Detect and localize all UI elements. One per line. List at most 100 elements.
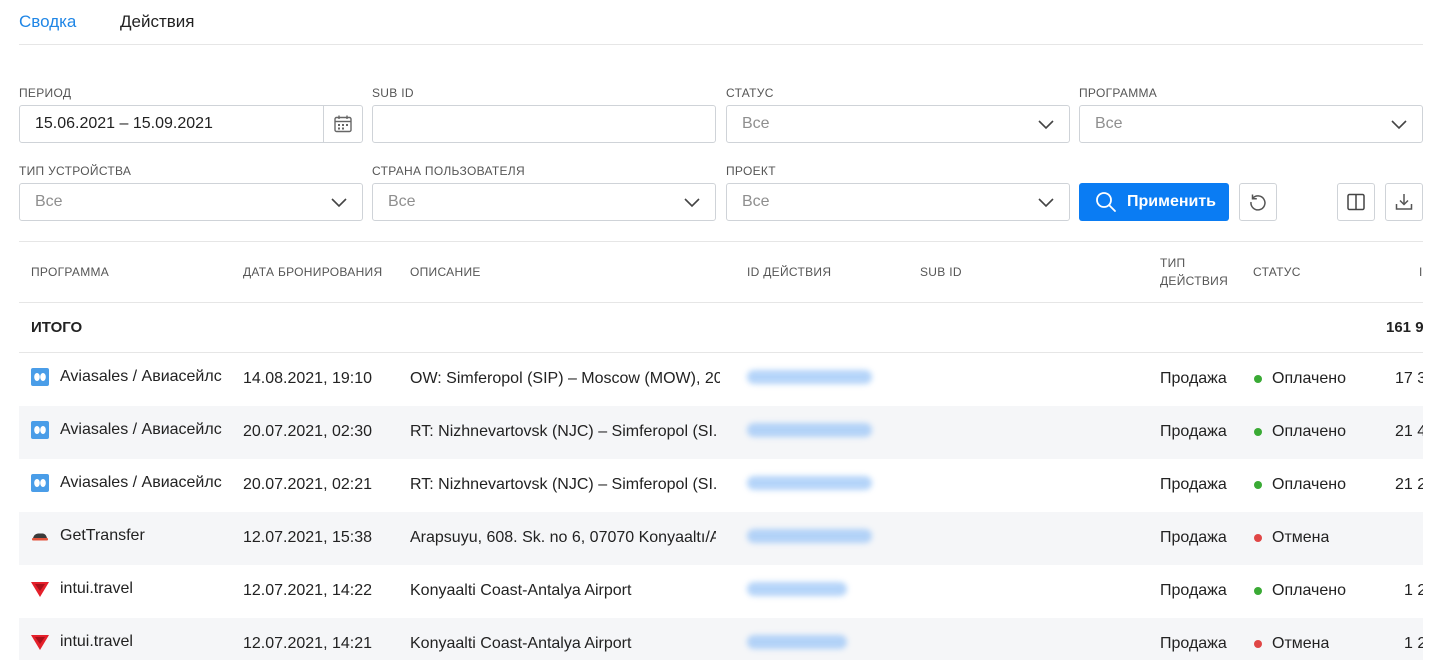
action-id-redacted: [747, 635, 847, 649]
program-name[interactable]: GetTransfer: [60, 527, 235, 545]
col-booking-date[interactable]: ДАТА БРОНИРОВАНИЯ: [243, 265, 382, 280]
description: Arapsuyu, 608. Sk. no 6, 07070 Konyaaltı…: [410, 529, 716, 546]
table-row[interactable]: intui.travel 12.07.2021, 14:21 Konyaalti…: [19, 618, 1423, 660]
status-dot: [1254, 640, 1262, 648]
intui-icon: [31, 582, 49, 597]
status-dot: [1254, 428, 1262, 436]
device-type-select[interactable]: Все: [19, 183, 363, 221]
action-id-redacted: [747, 423, 872, 437]
col-amount-partial[interactable]: I: [1419, 265, 1423, 280]
col-action-type[interactable]: ТИП ДЕЙСТВИЯ: [1160, 256, 1228, 289]
download-button[interactable]: [1385, 183, 1423, 221]
booking-date: 12.07.2021, 15:38: [243, 529, 373, 546]
table-row[interactable]: Aviasales / Авиасейлс 14.08.2021, 19:10 …: [19, 353, 1423, 406]
status-label: СТАТУС: [726, 86, 774, 100]
download-icon: [1395, 194, 1413, 210]
amount: 21 2: [1395, 476, 1423, 493]
action-type: Продажа: [1160, 635, 1227, 652]
program-placeholder: Все: [1095, 115, 1123, 132]
sub-id-input[interactable]: [372, 105, 716, 143]
aviasales-icon: [31, 368, 49, 386]
amount: 21 4: [1395, 423, 1423, 440]
status-dot: [1254, 534, 1262, 542]
action-id-redacted: [747, 476, 872, 490]
col-action-id[interactable]: ID ДЕЙСТВИЯ: [747, 265, 831, 280]
filters-divider: [19, 241, 1423, 242]
status-select[interactable]: Все: [726, 105, 1070, 143]
program-name[interactable]: Aviasales / Авиасейлс: [60, 474, 235, 492]
status-dot: [1254, 587, 1262, 595]
action-type: Продажа: [1160, 582, 1227, 599]
col-program[interactable]: ПРОГРАММА: [31, 265, 109, 280]
booking-date: 20.07.2021, 02:30: [243, 423, 373, 440]
action-type: Продажа: [1160, 529, 1227, 546]
status-text: Оплачено: [1272, 423, 1346, 440]
action-type: Продажа: [1160, 476, 1227, 493]
status-dot: [1254, 375, 1262, 383]
col-description[interactable]: ОПИСАНИЕ: [410, 265, 481, 280]
period-value: 15.06.2021 – 15.09.2021: [35, 115, 213, 132]
tab-bar: Сводка Действия: [19, 0, 1423, 45]
description: RT: Nizhnevartovsk (NJC) – Simferopol (S…: [410, 423, 716, 440]
status-text: Оплачено: [1272, 582, 1346, 599]
amount: 17 3: [1395, 370, 1423, 387]
status-text: Оплачено: [1272, 370, 1346, 387]
program-label: ПРОГРАММА: [1079, 86, 1158, 100]
table-row[interactable]: Aviasales / Авиасейлс 20.07.2021, 02:30 …: [19, 406, 1423, 459]
project-select[interactable]: Все: [726, 183, 1070, 221]
tab-actions[interactable]: Действия: [120, 12, 194, 32]
description: Konyaalti Coast-Antalya Airport: [410, 582, 632, 599]
apply-button[interactable]: Применить: [1079, 183, 1229, 221]
booking-date: 20.07.2021, 02:21: [243, 476, 373, 493]
action-type: Продажа: [1160, 370, 1227, 387]
booking-date: 14.08.2021, 19:10: [243, 370, 373, 387]
description: RT: Nizhnevartovsk (NJC) – Simferopol (S…: [410, 476, 716, 493]
device-type-label: ТИП УСТРОЙСТВА: [19, 164, 132, 178]
program-name[interactable]: intui.travel: [60, 633, 235, 651]
table-row[interactable]: GetTransfer 12.07.2021, 15:38 Arapsuyu, …: [19, 512, 1423, 565]
program-name[interactable]: Aviasales / Авиасейлс: [60, 421, 235, 439]
total-label: ИТОГО: [31, 319, 83, 336]
chevron-down-icon: [1038, 198, 1054, 208]
chevron-down-icon: [1391, 120, 1407, 130]
program-name[interactable]: Aviasales / Авиасейлс: [60, 368, 235, 386]
sub-id-label: SUB ID: [372, 86, 414, 100]
reset-button[interactable]: [1239, 183, 1277, 221]
calendar-icon[interactable]: [333, 114, 353, 134]
program-name[interactable]: intui.travel: [60, 580, 235, 598]
table-row[interactable]: intui.travel 12.07.2021, 14:22 Konyaalti…: [19, 565, 1423, 618]
amount: 1 2: [1404, 582, 1423, 599]
user-country-label: СТРАНА ПОЛЬЗОВАТЕЛЯ: [372, 164, 525, 178]
chevron-down-icon: [1038, 120, 1054, 130]
user-country-select[interactable]: Все: [372, 183, 716, 221]
program-select[interactable]: Все: [1079, 105, 1423, 143]
gettransfer-icon: [32, 533, 48, 541]
description: OW: Simferopol (SIP) – Moscow (MOW), 20.…: [410, 370, 720, 387]
action-type: Продажа: [1160, 423, 1227, 440]
booking-date: 12.07.2021, 14:21: [243, 635, 373, 652]
columns-icon: [1347, 193, 1365, 211]
action-id-redacted: [747, 529, 872, 543]
col-status[interactable]: СТАТУС: [1253, 265, 1301, 280]
calendar-separator: [323, 106, 324, 142]
period-field[interactable]: 15.06.2021 – 15.09.2021: [19, 105, 363, 143]
action-id-redacted: [747, 370, 872, 384]
amount: 1 2: [1404, 635, 1423, 652]
user-country-placeholder: Все: [388, 193, 416, 210]
intui-icon: [31, 635, 49, 650]
col-sub-id[interactable]: SUB ID: [920, 265, 962, 280]
description: Konyaalti Coast-Antalya Airport: [410, 635, 632, 652]
apply-button-label: Применить: [1127, 193, 1217, 210]
tab-summary[interactable]: Сводка: [19, 12, 76, 32]
aviasales-icon: [31, 421, 49, 439]
col-action-type-line1: ТИП: [1160, 256, 1186, 270]
total-value: 161 9: [1386, 319, 1424, 336]
status-placeholder: Все: [742, 115, 770, 132]
table-row[interactable]: Aviasales / Авиасейлс 20.07.2021, 02:21 …: [19, 459, 1423, 512]
device-type-placeholder: Все: [35, 193, 63, 210]
chevron-down-icon: [331, 198, 347, 208]
period-label: ПЕРИОД: [19, 86, 72, 100]
columns-button[interactable]: [1337, 183, 1375, 221]
status-text: Отмена: [1272, 529, 1330, 546]
aviasales-icon: [31, 474, 49, 492]
